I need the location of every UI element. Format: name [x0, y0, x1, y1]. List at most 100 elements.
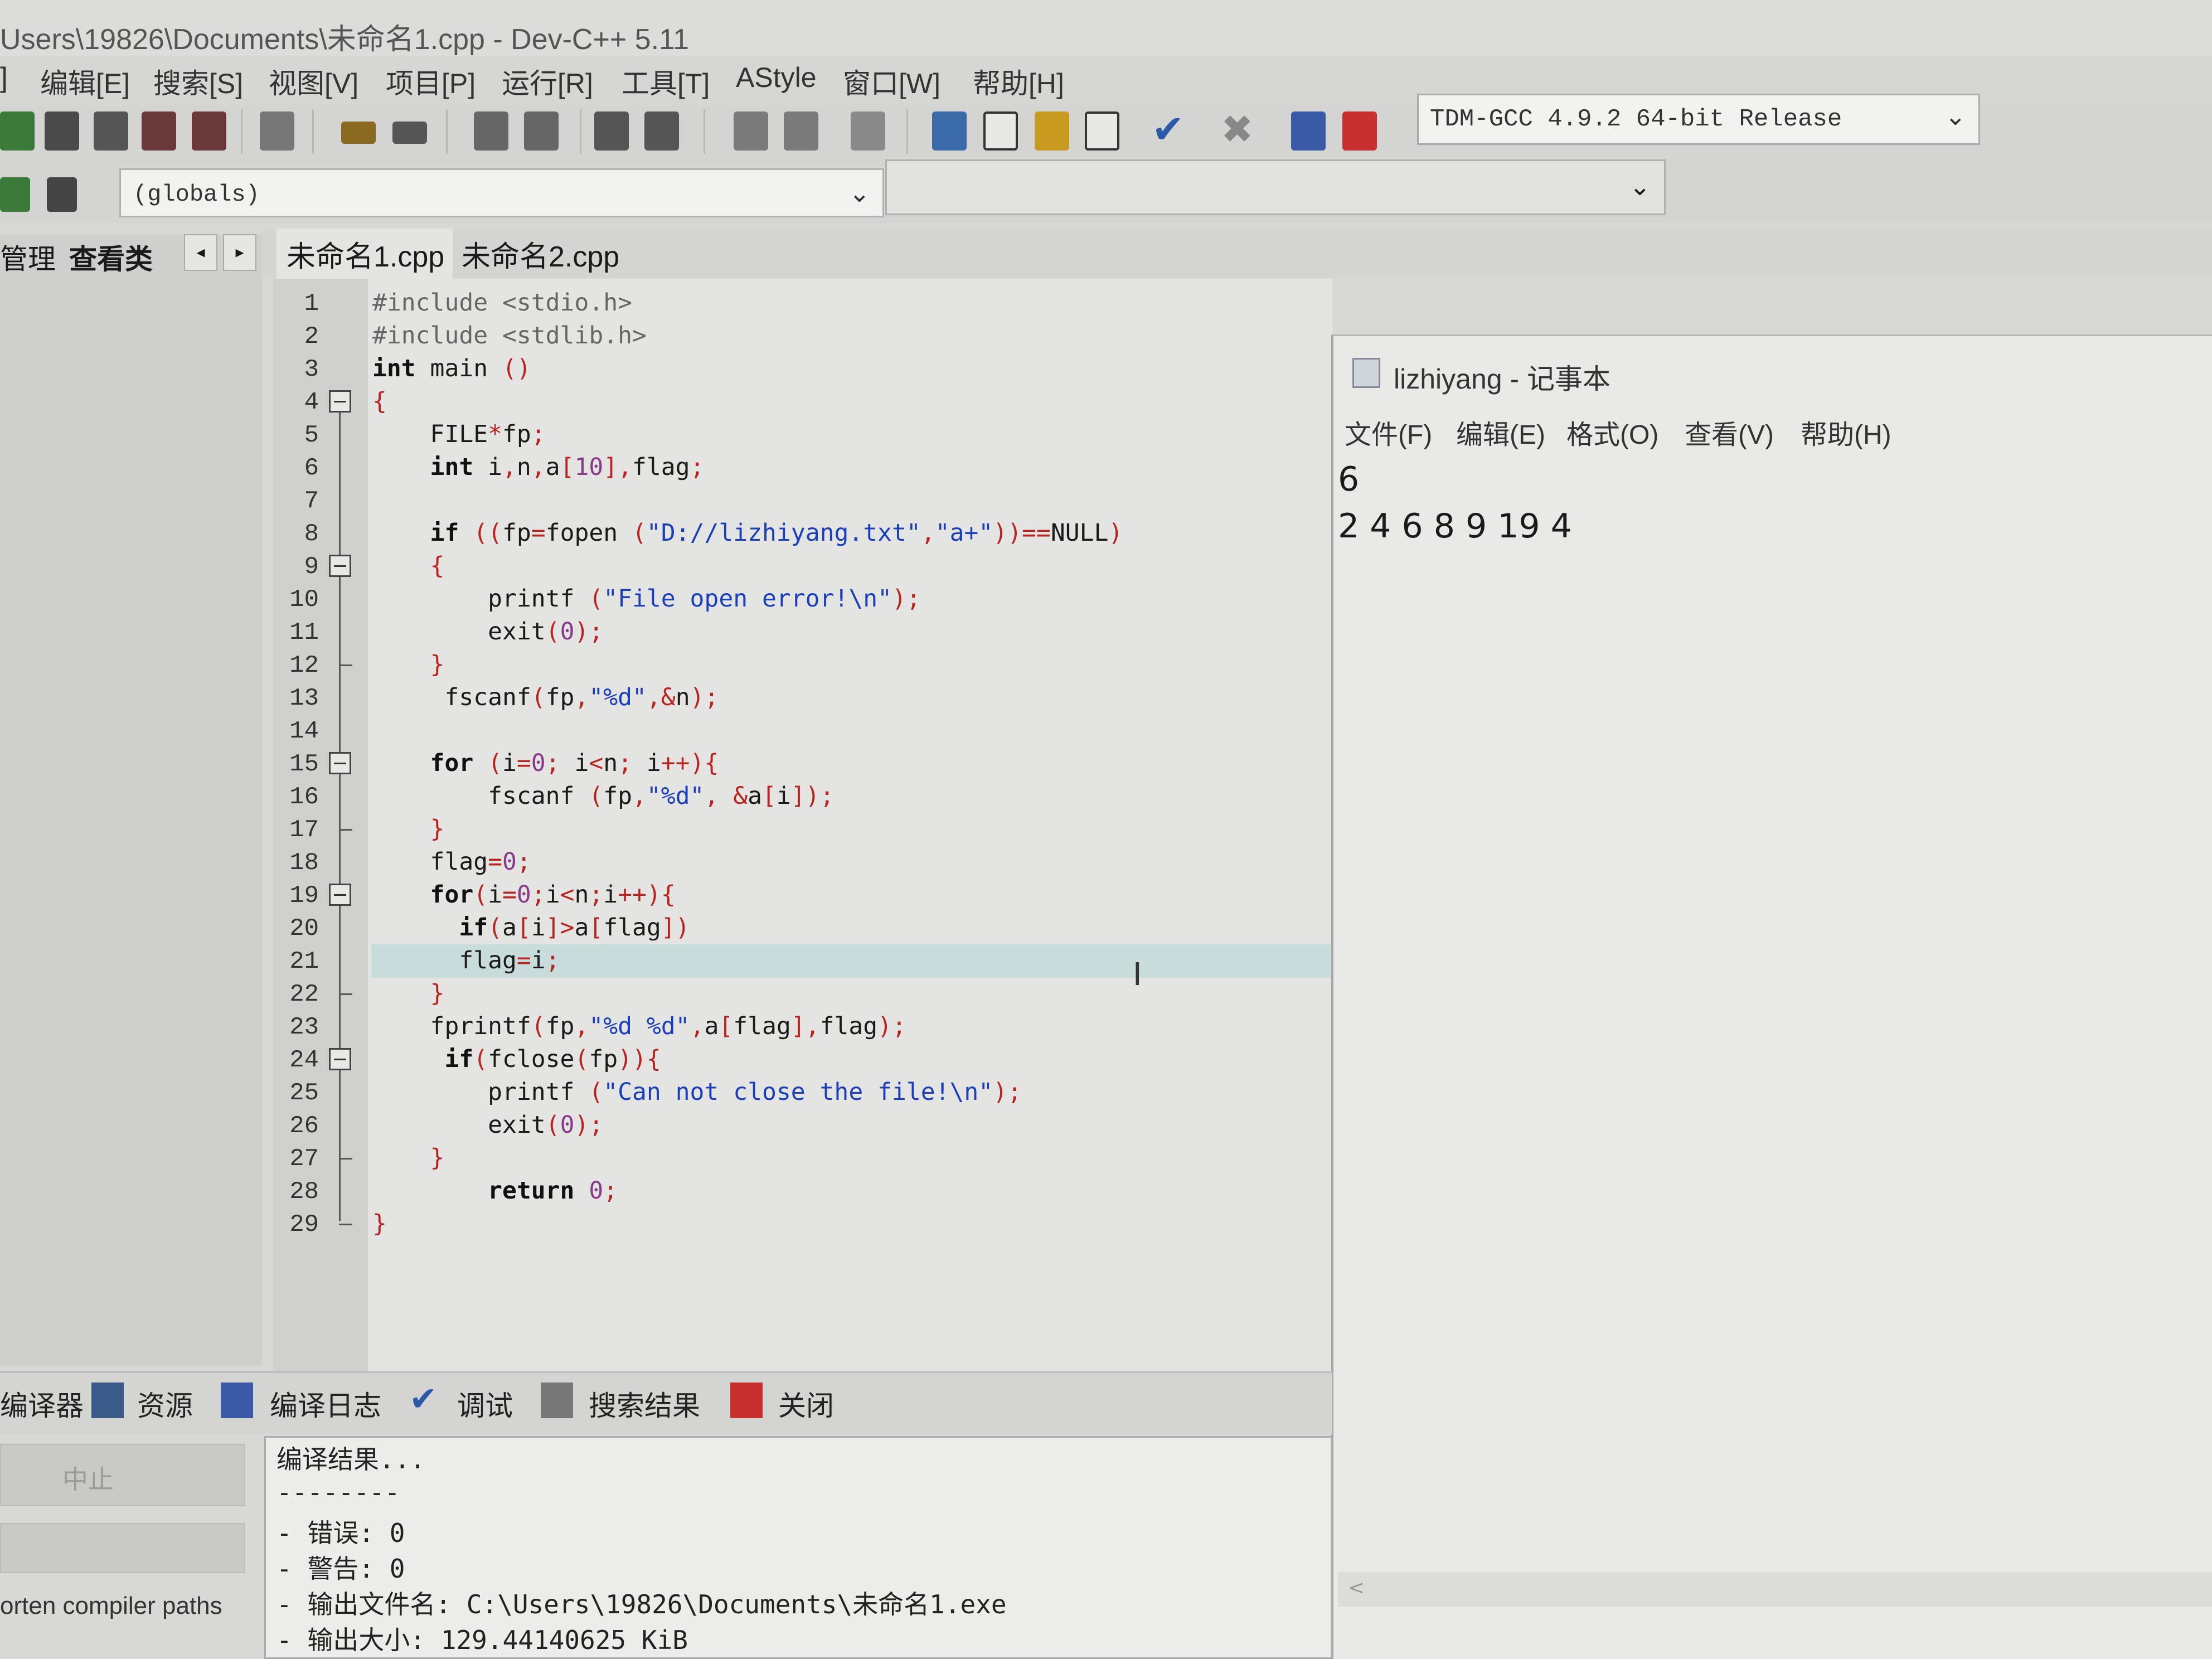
line-number: 6 — [304, 454, 319, 482]
menu-file[interactable]: ] — [0, 61, 8, 94]
tab-debug[interactable]: 调试 — [457, 1384, 513, 1424]
close-file-icon[interactable] — [192, 111, 226, 151]
window-title: Users\19826\Documents\未命名1.cpp - Dev-C++… — [0, 23, 690, 56]
remove-from-project-icon[interactable] — [47, 177, 77, 212]
fold-toggle-icon[interactable] — [329, 884, 351, 906]
fold-toggle-icon[interactable] — [329, 1048, 351, 1070]
stop-execution-icon[interactable]: ✖ — [1221, 110, 1255, 151]
rebuild-icon[interactable] — [1085, 111, 1119, 151]
menu-project[interactable]: 项目[P] — [386, 61, 476, 101]
tab-project-manager[interactable]: 管理 — [0, 237, 56, 277]
text-cursor-icon: I — [1133, 957, 1142, 993]
scroll-left-icon[interactable]: < — [1348, 1576, 1365, 1599]
notepad-text-area[interactable]: 6 2 4 6 8 9 19 4 — [1338, 456, 1572, 550]
code-line: } — [372, 979, 445, 1007]
tab-file-2[interactable]: 未命名2.cpp — [462, 233, 619, 275]
notepad-horizontal-scrollbar[interactable]: < — [1338, 1572, 2212, 1607]
tab-compiler[interactable]: 编译器 — [0, 1384, 84, 1424]
log-line: - 错误: 0 — [276, 1518, 405, 1548]
member-select[interactable]: ⌄ — [885, 159, 1666, 215]
code-line: exit(0); — [372, 1111, 604, 1139]
compile-icon[interactable] — [932, 111, 967, 151]
code-line: if(fclose(fp)){ — [372, 1045, 661, 1073]
undo-icon[interactable] — [341, 122, 376, 144]
stop-button-label: 中止 — [62, 1465, 114, 1494]
save-all-icon[interactable] — [142, 111, 176, 151]
code-line: printf ("File open error!\n"); — [372, 585, 921, 613]
line-number: 27 — [289, 1145, 319, 1173]
redo-icon[interactable] — [392, 122, 427, 144]
code-line: flag=i; — [372, 947, 560, 974]
code-line: exit(0); — [372, 618, 604, 646]
compiler-select[interactable]: TDM-GCC 4.9.2 64-bit Release ⌄ — [1417, 94, 1980, 145]
fold-toggle-icon[interactable] — [329, 752, 351, 774]
notepad-line: 2 4 6 8 9 19 4 — [1338, 507, 1572, 546]
project-browser-panel — [0, 234, 262, 1366]
code-line: int i,n,a[10],flag; — [372, 453, 705, 481]
delete-profile-icon[interactable] — [1342, 111, 1377, 151]
profile-icon[interactable] — [1291, 111, 1326, 151]
notepad-menu-view[interactable]: 查看(V) — [1685, 413, 1774, 452]
run-icon[interactable] — [983, 111, 1018, 151]
menu-search[interactable]: 搜索[S] — [153, 61, 243, 101]
add-to-project-icon[interactable] — [0, 177, 30, 212]
code-line: fscanf (fp,"%d", &a[i]); — [372, 782, 835, 810]
menu-view[interactable]: 视图[V] — [269, 61, 358, 101]
find-icon[interactable] — [474, 111, 508, 151]
bookmark-back-icon[interactable] — [734, 111, 768, 151]
tab-resources[interactable]: 资源 — [137, 1384, 193, 1424]
empty-control — [0, 1523, 245, 1573]
indent-icon[interactable] — [594, 111, 629, 151]
notepad-menu-edit[interactable]: 编辑(E) — [1456, 413, 1545, 452]
shorten-compiler-paths-option[interactable]: orten compiler paths — [0, 1592, 222, 1620]
notepad-line: 6 — [1338, 460, 1360, 499]
notepad-icon — [1352, 358, 1380, 388]
line-number: 25 — [289, 1079, 319, 1107]
menu-tools[interactable]: 工具[T] — [622, 61, 710, 101]
code-line: } — [372, 815, 445, 843]
save-icon[interactable] — [94, 111, 128, 151]
fold-end — [339, 829, 352, 831]
fold-end — [339, 1224, 352, 1225]
new-file-icon[interactable] — [0, 111, 35, 151]
code-line: if ((fp=fopen ("D://lizhiyang.txt","a+")… — [372, 519, 1123, 547]
scope-select[interactable]: (globals) ⌄ — [119, 168, 884, 217]
line-number: 9 — [304, 553, 319, 581]
stop-button[interactable]: 中止 — [0, 1444, 245, 1506]
menu-astyle[interactable]: AStyle — [736, 61, 817, 94]
print-icon[interactable] — [260, 111, 294, 151]
toggle-bookmark-icon[interactable] — [851, 111, 885, 151]
open-file-icon[interactable] — [45, 111, 79, 151]
bookmark-forward-icon[interactable] — [784, 111, 818, 151]
fold-toggle-icon[interactable] — [329, 390, 351, 413]
check-syntax-icon[interactable]: ✔ — [1152, 110, 1186, 151]
notepad-menu-format[interactable]: 格式(O) — [1566, 413, 1658, 452]
unindent-icon[interactable] — [644, 111, 679, 151]
log-line: -------- — [276, 1477, 400, 1507]
menu-help[interactable]: 帮助[H] — [973, 61, 1064, 101]
menu-edit[interactable]: 编辑[E] — [40, 61, 130, 101]
fold-toggle-icon[interactable] — [329, 555, 351, 577]
tab-class-view[interactable]: 查看类 — [69, 237, 153, 277]
tab-compile-log[interactable]: 编译日志 — [270, 1384, 381, 1424]
toolbar-divider — [906, 109, 908, 154]
code-line: fscanf(fp,"%d",&n); — [372, 683, 719, 711]
toolbar-divider — [704, 109, 705, 154]
tab-scroll-right-icon[interactable]: ▸ — [223, 234, 256, 271]
line-number: 15 — [289, 750, 319, 778]
line-number: 13 — [289, 685, 319, 712]
menu-run[interactable]: 运行[R] — [502, 61, 593, 101]
notepad-menu-help[interactable]: 帮助(H) — [1801, 413, 1891, 452]
notepad-menu-file[interactable]: 文件(F) — [1345, 413, 1432, 452]
tab-search-results[interactable]: 搜索结果 — [589, 1384, 700, 1424]
tab-close[interactable]: 关闭 — [778, 1384, 834, 1424]
menu-window[interactable]: 窗口[W] — [843, 61, 940, 101]
line-number: 21 — [289, 948, 319, 976]
replace-icon[interactable] — [524, 111, 559, 151]
tab-file-1[interactable]: 未命名1.cpp — [287, 233, 444, 275]
chevron-down-icon: ⌄ — [1944, 101, 1966, 131]
compile-run-icon[interactable] — [1035, 111, 1069, 151]
tab-scroll-left-icon[interactable]: ◂ — [184, 234, 217, 271]
code-line: for (i=0; i<n; i++){ — [372, 749, 719, 777]
chevron-down-icon: ⌄ — [1629, 171, 1651, 201]
